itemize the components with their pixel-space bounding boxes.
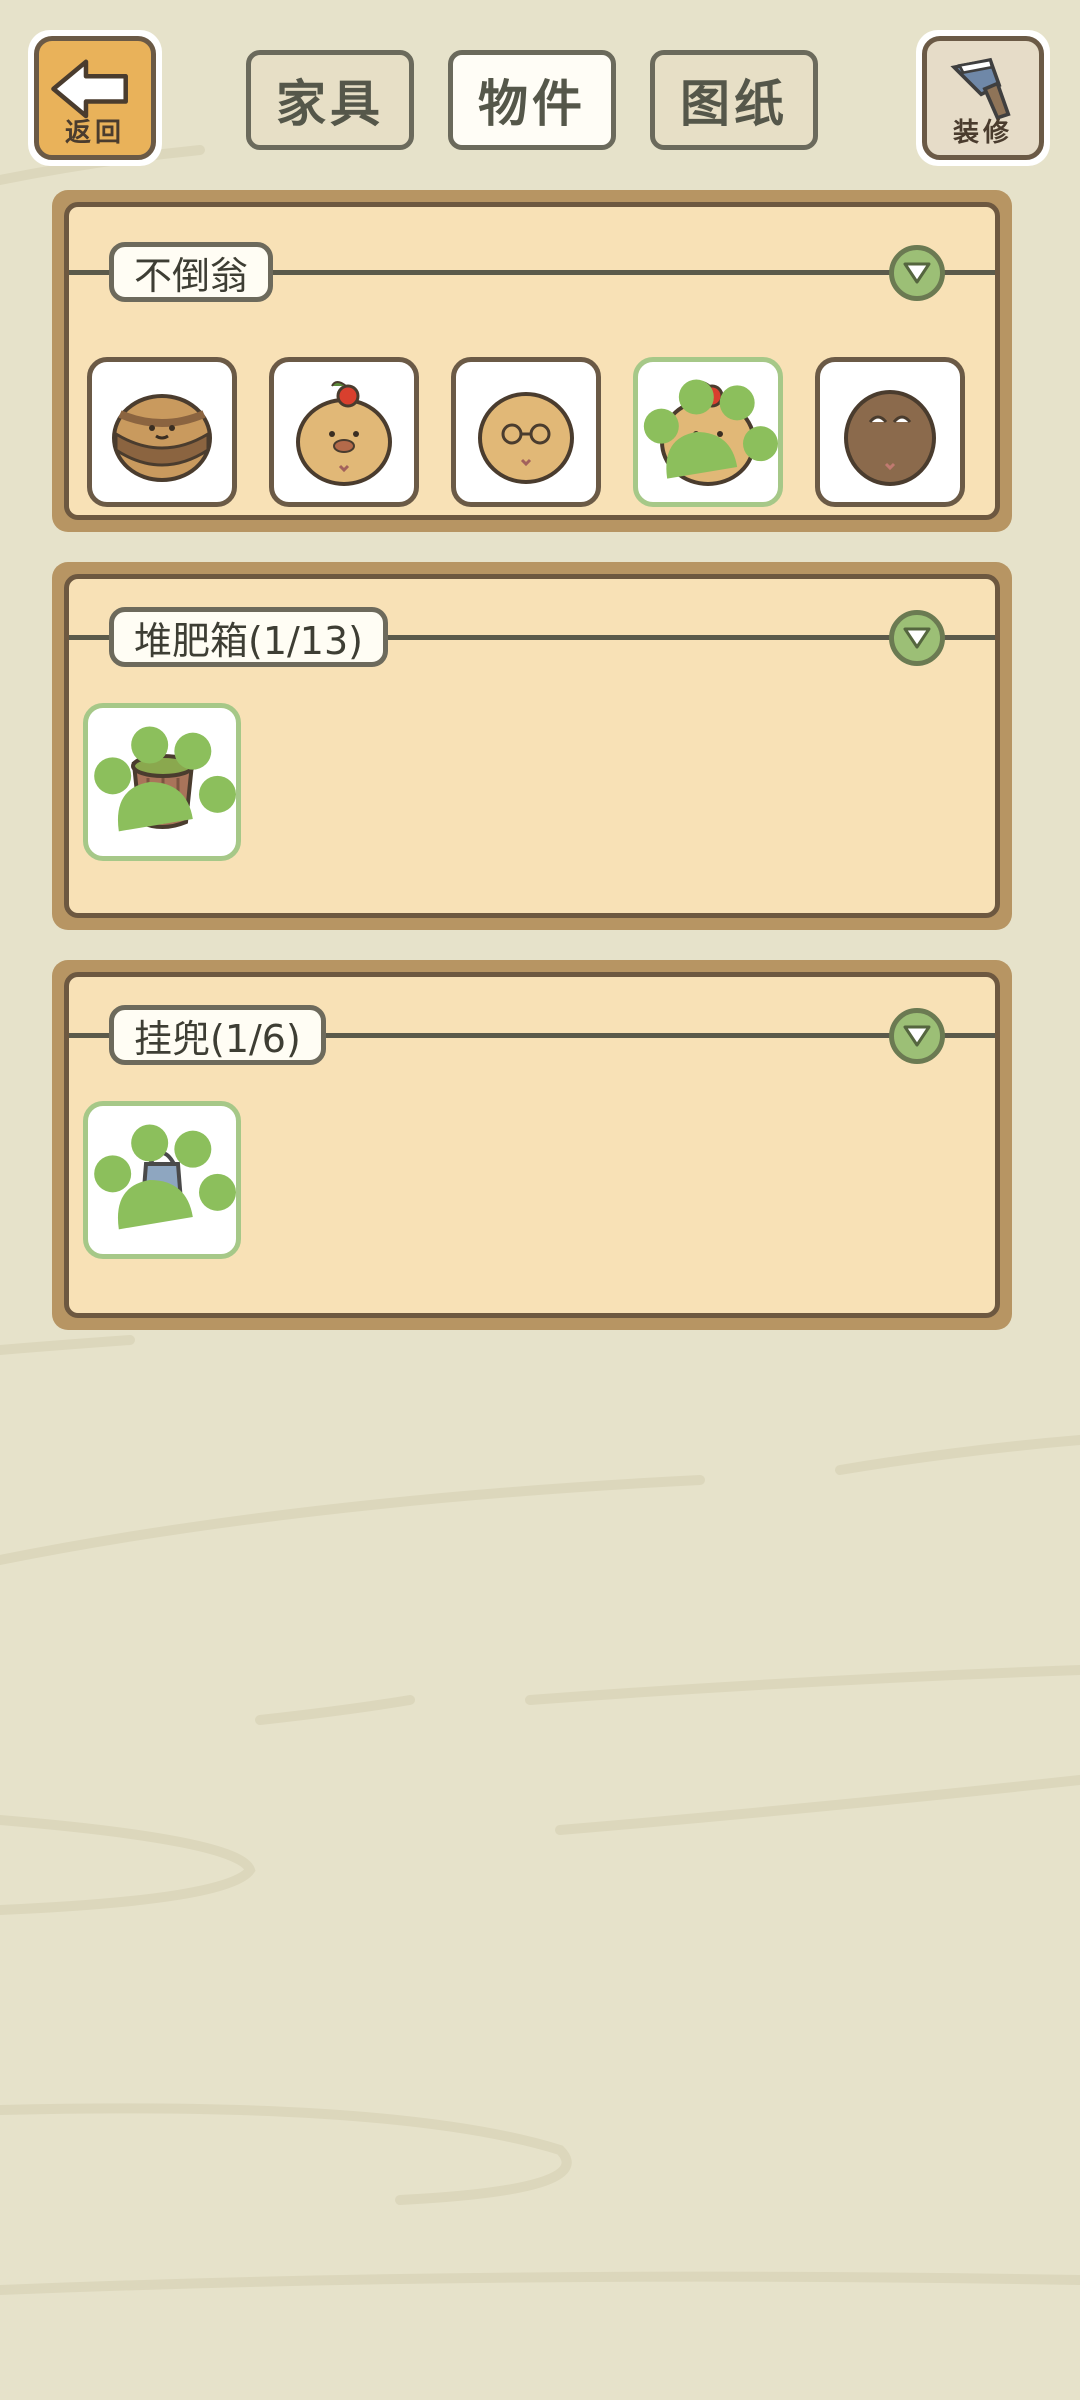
decorate-button[interactable]: 装修 bbox=[916, 30, 1050, 166]
back-button-face: 返回 bbox=[34, 36, 156, 160]
section-compost-body: 堆肥箱(1/13) bbox=[64, 574, 1000, 918]
chevron-down-icon bbox=[903, 627, 931, 649]
glasses-tumbler-icon bbox=[478, 392, 574, 484]
back-label: 返回 bbox=[64, 118, 125, 148]
section-title-pouch: 挂兜(1/6) bbox=[109, 1005, 326, 1065]
item-slot[interactable] bbox=[269, 357, 419, 507]
item-slot[interactable] bbox=[815, 357, 965, 507]
tab-furniture[interactable]: 家具 bbox=[246, 50, 414, 150]
section-title-tumblers: 不倒翁 bbox=[109, 242, 274, 302]
brown-tumbler-icon bbox=[112, 394, 212, 482]
apple-tumbler-icon bbox=[296, 381, 392, 486]
item-slot-owned[interactable] bbox=[83, 1101, 241, 1259]
item-slot[interactable] bbox=[87, 357, 237, 507]
collapse-toggle-compost[interactable] bbox=[889, 610, 945, 666]
tab-blueprints[interactable]: 图纸 bbox=[650, 50, 818, 150]
frog-paw-icon bbox=[94, 726, 236, 832]
tab-items[interactable]: 物件 bbox=[448, 50, 616, 150]
frog-paw-icon bbox=[643, 379, 778, 479]
item-slot[interactable] bbox=[451, 357, 601, 507]
chevron-down-icon bbox=[903, 1025, 931, 1047]
decorate-button-face: 装修 bbox=[922, 36, 1044, 160]
frog-paw-icon bbox=[94, 1124, 236, 1230]
section-title-compost: 堆肥箱(1/13) bbox=[109, 607, 388, 667]
section-compost: 堆肥箱(1/13) bbox=[52, 562, 1012, 930]
section-tumblers-body: 不倒翁 bbox=[64, 202, 1000, 520]
back-button[interactable]: 返回 bbox=[28, 30, 162, 166]
dark-tumbler-icon bbox=[844, 390, 936, 486]
section-pouch-body: 挂兜(1/6) bbox=[64, 972, 1000, 1318]
item-slot-owned[interactable] bbox=[83, 703, 241, 861]
section-tumblers: 不倒翁 bbox=[52, 190, 1012, 532]
decorate-label: 装修 bbox=[952, 118, 1013, 148]
collapse-toggle-pouch[interactable] bbox=[889, 1008, 945, 1064]
section-pouch: 挂兜(1/6) bbox=[52, 960, 1012, 1330]
collapse-toggle-tumblers[interactable] bbox=[889, 245, 945, 301]
chevron-down-icon bbox=[903, 262, 931, 284]
item-slot-owned[interactable] bbox=[633, 357, 783, 507]
